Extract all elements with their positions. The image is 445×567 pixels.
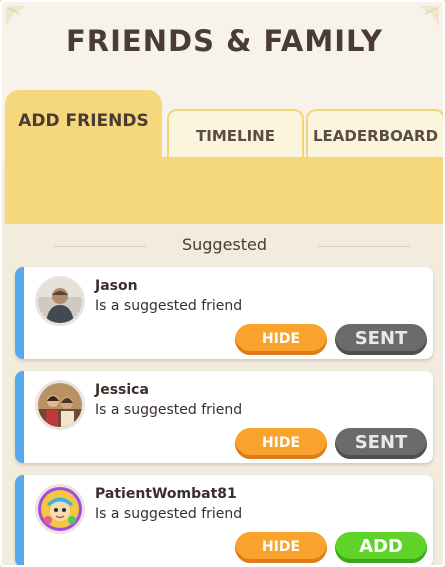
- tab-add-friends[interactable]: ADD FRIENDS: [5, 90, 162, 172]
- friend-status: Is a suggested friend: [95, 298, 243, 314]
- friend-card: Jessica Is a suggested friend HIDE SENT: [15, 371, 433, 463]
- hide-button[interactable]: HIDE: [235, 324, 327, 355]
- section-heading: Suggested: [181, 235, 268, 254]
- friend-status: Is a suggested friend: [95, 402, 243, 418]
- friend-name: Jason: [95, 278, 138, 294]
- card-accent-bar: [15, 371, 24, 463]
- hide-button[interactable]: HIDE: [235, 532, 327, 563]
- tab-add-friends-label: ADD FRIENDS: [18, 111, 149, 131]
- tab-leaderboard-label: LEADERBOARD: [312, 127, 439, 145]
- tab-timeline[interactable]: TIMELINE: [167, 109, 304, 159]
- friend-card: Jason Is a suggested friend HIDE SENT: [15, 267, 433, 359]
- friend-status: Is a suggested friend: [95, 506, 243, 522]
- tab-leaderboard[interactable]: LEADERBOARD: [306, 109, 443, 159]
- add-friend-button[interactable]: ADD: [335, 532, 427, 563]
- card-accent-bar: [15, 475, 24, 565]
- request-sent-button[interactable]: SENT: [335, 324, 427, 355]
- friend-card: PatientWombat81 Is a suggested friend HI…: [15, 475, 433, 565]
- divider: [318, 246, 410, 247]
- tab-timeline-label: TIMELINE: [196, 127, 275, 145]
- page-title: FRIENDS & FAMILY: [66, 24, 383, 58]
- friend-name: PatientWombat81: [95, 486, 237, 502]
- hide-button[interactable]: HIDE: [235, 428, 327, 459]
- request-sent-button[interactable]: SENT: [335, 428, 427, 459]
- friends-window: FRIENDS & FAMILY TIMELINE LEADERBOARD AD…: [0, 0, 445, 567]
- avatar[interactable]: [35, 276, 85, 326]
- avatar[interactable]: [35, 484, 85, 534]
- avatar[interactable]: [35, 380, 85, 430]
- card-accent-bar: [15, 267, 24, 359]
- friend-name: Jessica: [95, 382, 149, 398]
